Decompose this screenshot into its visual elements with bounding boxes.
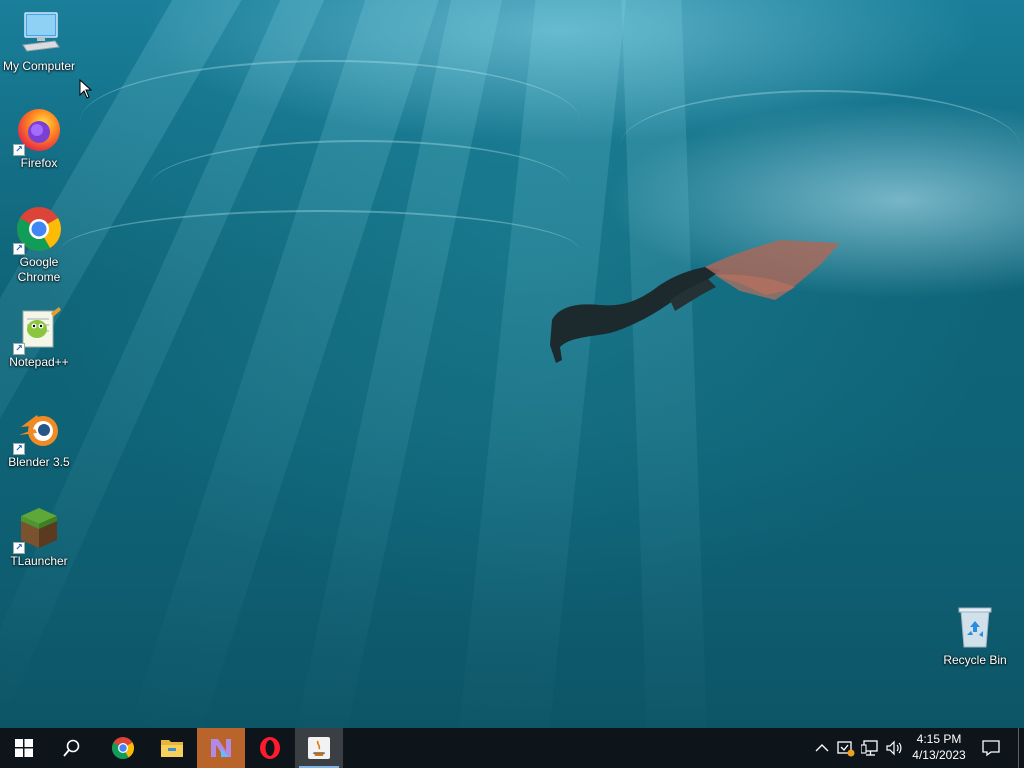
volume-icon xyxy=(886,740,902,756)
recycle-bin-icon xyxy=(951,603,999,651)
desktop-icon-label: TLauncher xyxy=(10,554,68,568)
windows-logo-icon xyxy=(15,739,33,757)
java-icon xyxy=(308,737,330,759)
tray-security-button[interactable] xyxy=(836,738,856,758)
chrome-icon: ↗ xyxy=(13,205,63,255)
tray-network-button[interactable] xyxy=(860,738,880,758)
file-explorer-icon xyxy=(161,740,183,757)
visual-studio-installer-icon xyxy=(211,739,231,757)
desktop-icon-my-computer[interactable]: My Computer xyxy=(1,9,77,74)
shortcut-arrow-icon: ↗ xyxy=(13,542,25,554)
wave-ripple xyxy=(620,90,1020,202)
taskbar-file-explorer[interactable] xyxy=(148,728,196,768)
search-icon xyxy=(63,739,80,757)
desktop-icon-label: Blender 3.5 xyxy=(8,455,70,469)
taskbar-clock[interactable]: 4:15 PM 4/13/2023 xyxy=(906,731,972,765)
clock-time: 4:15 PM xyxy=(916,732,962,746)
desktop-icon-blender[interactable]: ↗ Blender 3.5 xyxy=(1,405,77,470)
desktop-icon-label: Notepad++ xyxy=(9,355,69,369)
security-warning-icon xyxy=(837,741,855,757)
network-icon xyxy=(861,740,878,756)
taskbar: 4:15 PM 4/13/2023 xyxy=(0,728,1024,768)
shortcut-arrow-icon: ↗ xyxy=(13,243,25,255)
show-desktop-divider xyxy=(1018,728,1019,768)
desktop-icon-label: Recycle Bin xyxy=(943,653,1007,667)
show-hidden-icons-button[interactable] xyxy=(812,738,832,758)
taskbar-opera[interactable] xyxy=(246,728,294,768)
diver-silhouette xyxy=(550,240,840,363)
action-center-button[interactable] xyxy=(981,738,1001,758)
wave-ripple xyxy=(60,210,580,292)
shortcut-arrow-icon: ↗ xyxy=(13,343,25,355)
firefox-icon: ↗ xyxy=(13,106,63,156)
mouse-cursor-icon xyxy=(79,79,93,99)
desktop-icon-firefox[interactable]: ↗ Firefox xyxy=(1,106,77,171)
desktop-icon-recycle-bin[interactable]: Recycle Bin xyxy=(937,603,1013,668)
desktop-icon-label: Google Chrome xyxy=(17,255,61,284)
desktop-wallpaper[interactable]: My Computer ↗ Firefox ↗ Google Chrome ↗ … xyxy=(0,0,1024,728)
taskbar-visual-studio-installer[interactable] xyxy=(197,728,245,768)
desktop-icon-label: Firefox xyxy=(20,156,58,170)
desktop-icon-notepad-plus-plus[interactable]: ↗ Notepad++ xyxy=(1,305,77,370)
taskbar-java[interactable] xyxy=(295,728,343,768)
start-button[interactable] xyxy=(0,728,48,768)
notification-icon xyxy=(982,740,1000,757)
clock-date: 4/13/2023 xyxy=(912,748,966,762)
blender-icon: ↗ xyxy=(13,405,63,455)
desktop-icon-google-chrome[interactable]: ↗ Google Chrome xyxy=(1,205,77,285)
minecraft-block-icon: ↗ xyxy=(13,504,63,554)
chevron-up-icon xyxy=(815,744,829,752)
chrome-icon xyxy=(112,737,134,759)
opera-icon xyxy=(260,737,280,759)
tray-volume-button[interactable] xyxy=(884,738,904,758)
shortcut-arrow-icon: ↗ xyxy=(13,144,25,156)
desktop-icon-tlauncher[interactable]: ↗ TLauncher xyxy=(1,504,77,569)
desktop-icon-label: My Computer xyxy=(2,59,76,73)
notepad-plus-plus-icon: ↗ xyxy=(13,305,63,355)
computer-icon xyxy=(15,9,63,57)
taskbar-chrome[interactable] xyxy=(99,728,147,768)
search-button[interactable] xyxy=(48,728,96,768)
shortcut-arrow-icon: ↗ xyxy=(13,443,25,455)
